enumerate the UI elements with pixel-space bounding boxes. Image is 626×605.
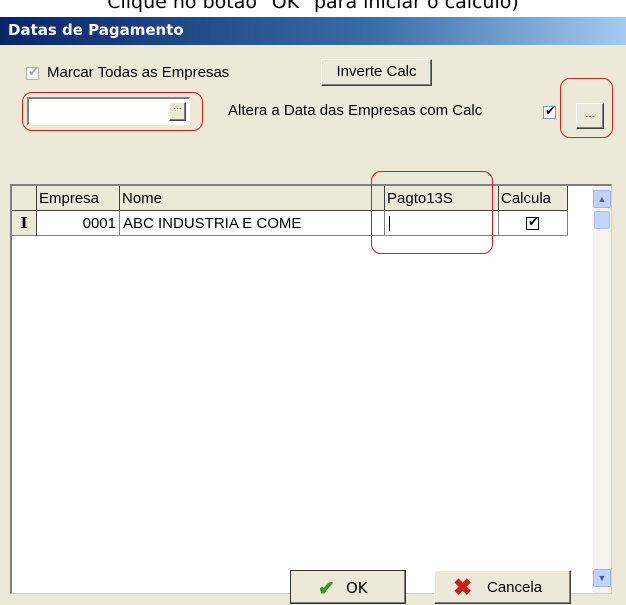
select-all-label: Marcar Todas as Empresas	[47, 64, 230, 81]
cell-nome[interactable]: ABC INDUSTRIA E COME	[120, 211, 385, 236]
companies-grid[interactable]: Empresa Nome Pagto13S Calcula I 0001 ABC…	[10, 184, 612, 594]
cell-empresa[interactable]: 0001	[37, 211, 120, 236]
cancel-button[interactable]: ✖ Cancela	[434, 570, 571, 604]
annotation-highlight	[371, 171, 493, 254]
change-date-checkbox[interactable]: ✔	[543, 103, 556, 119]
vertical-scrollbar[interactable]: ▲ ▼	[593, 186, 611, 593]
checkmark-icon: ✔	[28, 64, 39, 79]
chevron-up-icon[interactable]: ▲	[593, 190, 611, 208]
cell-calcula[interactable]: ✔	[499, 211, 568, 236]
x-icon: ✖	[453, 574, 473, 600]
ok-button[interactable]: ✔ OK	[290, 570, 406, 604]
check-icon: ✔	[318, 578, 335, 600]
column-header-calcula[interactable]: Calcula	[499, 186, 568, 211]
column-header-nome[interactable]: Nome	[120, 186, 385, 211]
checkmark-icon: ✔	[528, 214, 539, 229]
title-bar: Datas de Pagamento	[0, 17, 626, 45]
dialog-body: ✔ Marcar Todas as Empresas Inverte Calc …	[0, 45, 626, 605]
annotation-highlight	[22, 92, 203, 131]
scroll-thumb[interactable]	[594, 211, 610, 229]
calcula-checkbox[interactable]: ✔	[526, 214, 539, 230]
change-date-label: Altera a Data das Empresas com Calc	[228, 102, 483, 119]
annotation-highlight	[560, 78, 613, 138]
window-title: Datas de Pagamento	[8, 21, 184, 39]
row-indicator: I	[12, 211, 37, 236]
indicator-header	[12, 186, 37, 211]
chevron-down-icon[interactable]: ▼	[593, 569, 611, 587]
instruction-text: Clique no botão "OK" para iniciar o cálc…	[107, 0, 519, 13]
select-all-checkbox[interactable]: ✔	[26, 64, 39, 80]
column-header-empresa[interactable]: Empresa	[37, 186, 120, 211]
checkmark-icon: ✔	[545, 103, 556, 118]
invert-calc-button[interactable]: Inverte Calc	[321, 59, 432, 86]
